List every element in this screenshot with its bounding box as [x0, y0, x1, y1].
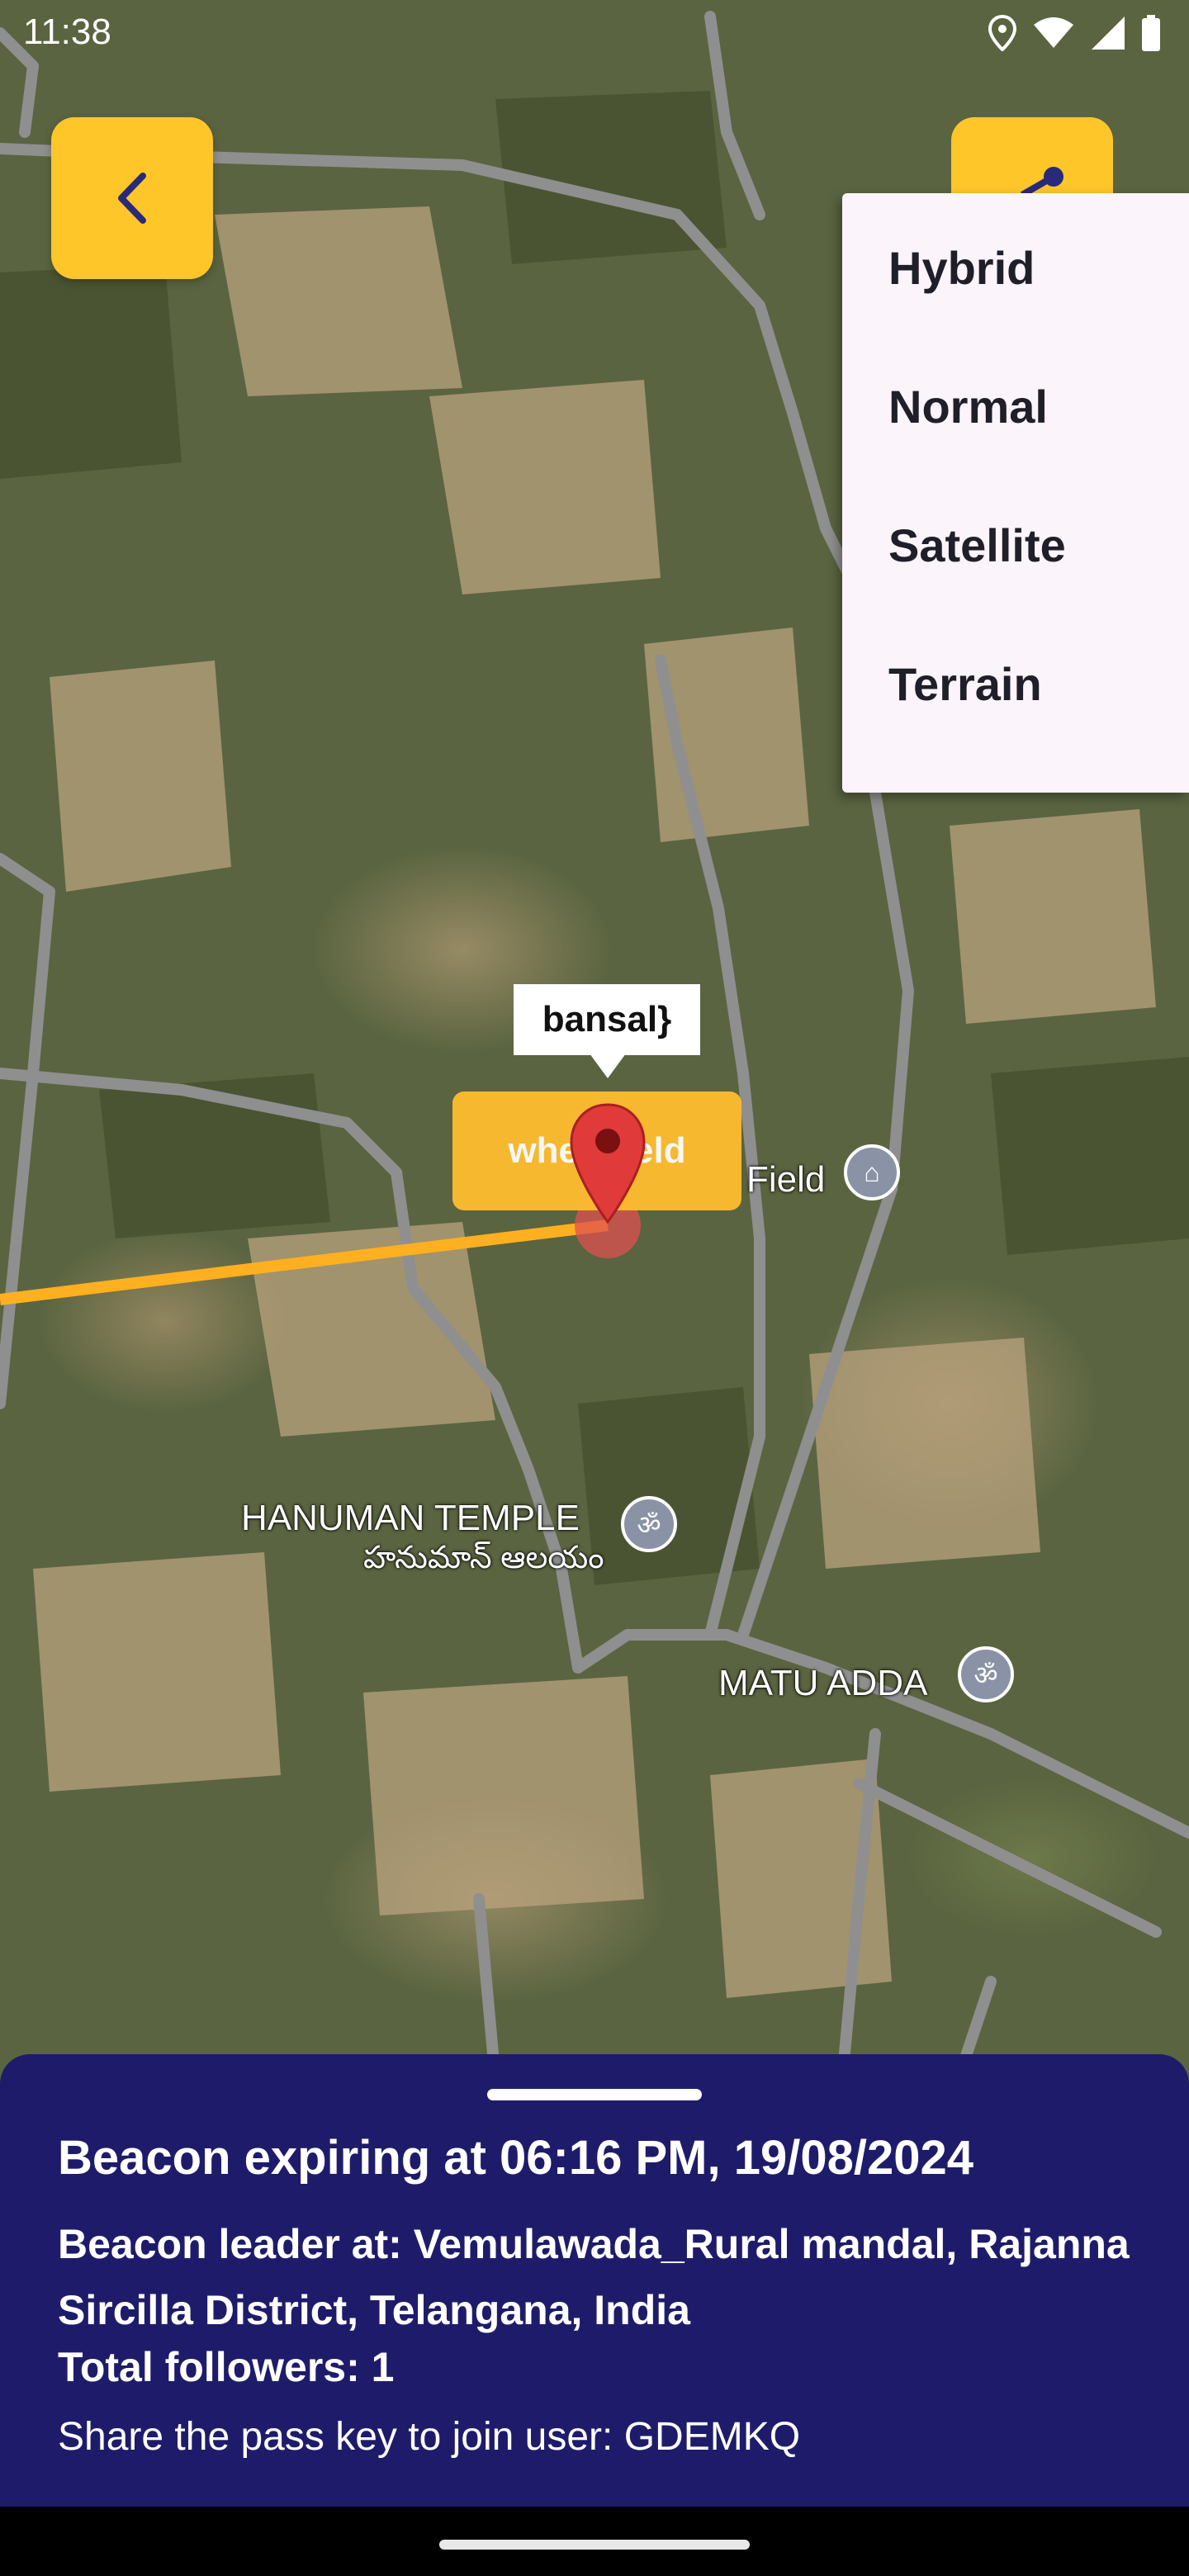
map-type-menu: Hybrid Normal Satellite Terrain: [842, 193, 1189, 793]
map-label-field[interactable]: Field: [746, 1159, 825, 1200]
status-bar: 11:38: [0, 0, 1189, 69]
total-followers: Total followers: 1: [58, 2344, 395, 2390]
sheet-drag-handle[interactable]: [487, 2089, 702, 2100]
pass-key-text[interactable]: Share the pass key to join user: GDEMKQ: [58, 2414, 800, 2460]
menu-item-terrain[interactable]: Terrain: [842, 614, 1189, 753]
battery-icon: [1142, 15, 1160, 51]
museum-poi-icon[interactable]: ⌂: [844, 1144, 900, 1200]
marker-tooltip[interactable]: bansal}: [514, 984, 700, 1055]
temple-poi-icon[interactable]: ॐ: [958, 1646, 1014, 1702]
location-pin-icon[interactable]: [568, 1101, 647, 1225]
menu-item-hybrid[interactable]: Hybrid: [842, 198, 1189, 337]
menu-item-normal[interactable]: Normal: [842, 337, 1189, 476]
temple-poi-icon[interactable]: ॐ: [621, 1496, 677, 1552]
back-button[interactable]: [51, 117, 213, 279]
beacon-info-sheet[interactable]: Beacon expiring at 06:16 PM, 19/08/2024 …: [0, 2054, 1189, 2507]
map-label-matu-adda[interactable]: MATU ADDA: [718, 1663, 927, 1704]
beacon-leader-location: Beacon leader at: Vemulawada_Rural manda…: [58, 2221, 1130, 2333]
signal-icon: [1092, 17, 1125, 50]
home-gesture-handle[interactable]: [439, 2540, 750, 2550]
location-icon: [988, 15, 1017, 51]
menu-item-satellite[interactable]: Satellite: [842, 476, 1189, 614]
navigation-bar: [0, 2507, 1189, 2576]
beacon-expiry-title: Beacon expiring at 06:16 PM, 19/08/2024: [58, 2131, 973, 2185]
map-view[interactable]: Field ⌂ HANUMAN TEMPLE హనుమాన్ ఆలయం ॐ MA…: [0, 0, 1189, 2081]
wifi-icon: [1034, 17, 1073, 48]
status-time: 11:38: [23, 12, 111, 52]
chevron-left-icon: [118, 173, 146, 224]
map-label-hanuman-temple[interactable]: HANUMAN TEMPLE: [241, 1498, 580, 1539]
map-label-hanuman-temple-telugu: హనుమాన్ ఆలయం: [363, 1541, 604, 1575]
tooltip-tail: [590, 1054, 626, 1078]
